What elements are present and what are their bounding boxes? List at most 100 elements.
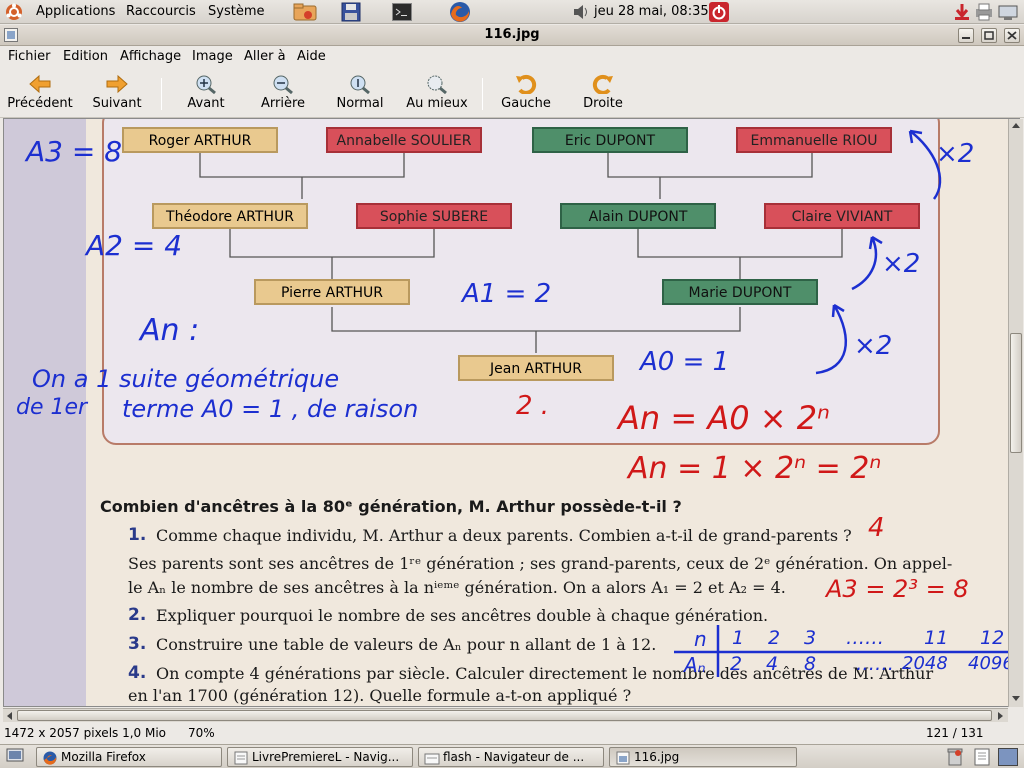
zoom-out-label: Arrière <box>260 96 306 111</box>
clock[interactable]: jeu 28 mai, 08:35 <box>594 0 709 24</box>
task-label: 116.jpg <box>634 750 680 764</box>
image-icon <box>616 751 630 765</box>
toolbar-separator <box>161 78 162 110</box>
normal-size-label: Normal <box>336 96 384 111</box>
best-fit-label: Au mieux <box>406 96 468 111</box>
vertical-scroll-thumb[interactable] <box>1010 333 1022 453</box>
applications-menu[interactable]: Applications <box>36 0 115 24</box>
menu-file[interactable]: Fichier <box>8 49 51 64</box>
system-menu[interactable]: Système <box>208 0 264 24</box>
menu-view[interactable]: Affichage <box>120 49 181 64</box>
rotate-left-button[interactable]: Gauche <box>498 68 554 118</box>
statusbar: 1472 x 2057 pixels 1,0 Mio 70% 121 / 131 <box>0 723 1024 743</box>
task-button[interactable]: LivrePremiereL - Navig... <box>227 747 413 767</box>
zoom-fit-icon <box>427 75 447 94</box>
window-titlebar[interactable]: 116.jpg <box>0 25 1024 46</box>
network-icon[interactable] <box>998 3 1018 21</box>
table-a-value: 2048 <box>902 653 948 674</box>
maximize-button[interactable] <box>981 28 997 43</box>
menu-help[interactable]: Aide <box>297 49 326 64</box>
task-button[interactable]: flash - Navigateur de ... <box>418 747 604 767</box>
terminal-icon[interactable] <box>392 3 412 21</box>
document-icon <box>234 751 248 765</box>
toolbar-separator <box>482 78 483 110</box>
zoom-in-icon <box>196 75 216 94</box>
task-button-active[interactable]: 116.jpg <box>609 747 797 767</box>
table-a-value: 4096 <box>968 653 1014 674</box>
table-n-label: n <box>694 627 707 651</box>
task-button[interactable]: Mozilla Firefox <box>36 747 222 767</box>
zoom-level: 70% <box>188 726 215 740</box>
home-folder-icon[interactable] <box>293 2 317 22</box>
minimize-button[interactable] <box>958 28 974 43</box>
horizontal-scrollbar[interactable] <box>3 708 1008 722</box>
rotate-left-icon <box>516 74 537 94</box>
top-panel: Applications Raccourcis Système jeu 28 m… <box>0 0 1024 24</box>
table-an-label: Aₙ <box>684 653 706 677</box>
toolbar: Précédent Suivant Avant Arrière Normal A… <box>0 68 1024 118</box>
scroll-up-icon[interactable] <box>1011 121 1021 131</box>
table-n-value: 12 <box>980 627 1005 649</box>
next-label: Suivant <box>92 96 142 111</box>
maximize-icon <box>984 31 994 40</box>
table-a-value: …… <box>856 653 894 675</box>
firefox-icon[interactable] <box>448 1 472 23</box>
table-a-value: 4 <box>766 653 779 675</box>
table-n-value: 2 <box>768 627 781 649</box>
rotate-left-label: Gauche <box>501 96 551 111</box>
shortcuts-menu[interactable]: Raccourcis <box>126 0 196 24</box>
rotate-right-icon <box>592 74 613 94</box>
printer-icon[interactable] <box>974 3 994 21</box>
table-a-value: 2 <box>730 653 743 675</box>
volume-icon[interactable] <box>572 4 590 20</box>
previous-label: Précédent <box>7 96 73 111</box>
best-fit-button[interactable]: Au mieux <box>404 68 470 118</box>
menubar: Fichier Edition Affichage Image Aller à … <box>0 46 1024 68</box>
image-canvas[interactable]: Roger ARTHUR Annabelle SOULIER Eric DUPO… <box>3 118 1020 707</box>
bottom-taskbar: Mozilla Firefox LivrePremiereL - Navig..… <box>0 744 1024 768</box>
handwritten-table-lines <box>674 625 1014 677</box>
scroll-left-icon[interactable] <box>5 711 15 721</box>
power-icon[interactable] <box>708 1 730 23</box>
image-info: 1472 x 2057 pixels 1,0 Mio <box>4 726 167 740</box>
workspace-switcher-icon[interactable] <box>998 748 1018 766</box>
close-button[interactable] <box>1004 28 1020 43</box>
table-n-value: 11 <box>924 627 949 649</box>
save-disk-icon[interactable] <box>341 2 361 22</box>
notes-icon[interactable] <box>974 748 990 766</box>
firefox-icon <box>43 751 57 765</box>
next-button[interactable]: Suivant <box>86 68 148 118</box>
update-notifier-icon[interactable] <box>952 2 972 22</box>
arrow-left-icon <box>29 74 51 94</box>
zoom-in-label: Avant <box>187 96 225 111</box>
normal-size-button[interactable]: Normal <box>332 68 388 118</box>
ubuntu-logo-icon[interactable] <box>5 3 23 21</box>
zoom-in-button[interactable]: Avant <box>178 68 234 118</box>
previous-button[interactable]: Précédent <box>3 68 77 118</box>
zoom-out-button[interactable]: Arrière <box>252 68 314 118</box>
table-n-value: 3 <box>804 627 817 649</box>
menu-image[interactable]: Image <box>192 49 233 64</box>
folder-icon <box>424 753 440 765</box>
horizontal-scroll-thumb[interactable] <box>17 710 992 721</box>
close-icon <box>1007 31 1017 40</box>
rotate-right-button[interactable]: Droite <box>576 68 630 118</box>
menu-edit[interactable]: Edition <box>63 49 108 64</box>
zoom-out-icon <box>273 75 293 94</box>
image-position: 121 / 131 <box>926 726 984 740</box>
window-title: 116.jpg <box>484 27 540 42</box>
trash-icon[interactable] <box>946 747 964 767</box>
vertical-scrollbar[interactable] <box>1008 119 1023 707</box>
scroll-right-icon[interactable] <box>995 711 1005 721</box>
task-label: Mozilla Firefox <box>61 750 146 764</box>
rotate-right-label: Droite <box>583 96 623 111</box>
arrow-right-icon <box>106 74 128 94</box>
table-a-value: 8 <box>804 653 817 675</box>
show-desktop-icon[interactable] <box>6 748 24 764</box>
scroll-down-icon[interactable] <box>1011 693 1021 703</box>
table-n-value: 1 <box>732 627 745 649</box>
menu-goto[interactable]: Aller à <box>244 49 286 64</box>
zoom-normal-icon <box>350 75 370 94</box>
task-label: LivrePremiereL - Navig... <box>252 750 400 764</box>
task-label: flash - Navigateur de ... <box>443 750 585 764</box>
